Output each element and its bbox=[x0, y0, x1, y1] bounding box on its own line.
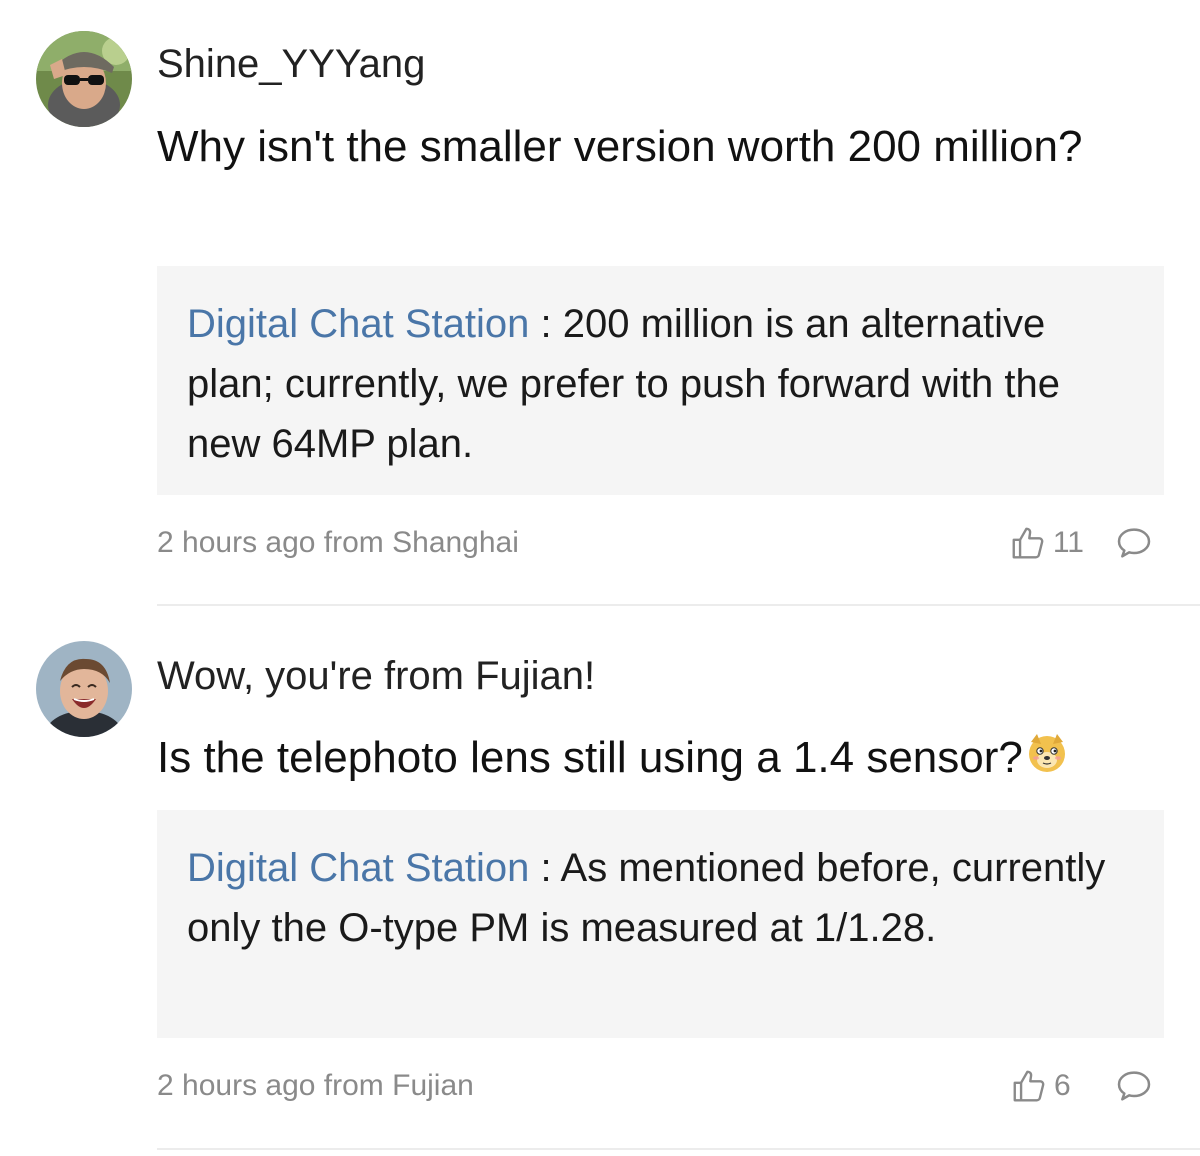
username[interactable]: Wow, you're from Fujian! bbox=[157, 652, 595, 700]
user-avatar[interactable] bbox=[36, 641, 132, 737]
comment-text-content: Is the telephoto lens still using a 1.4 … bbox=[157, 733, 1023, 782]
reply-bubble-icon[interactable] bbox=[1114, 1066, 1154, 1106]
like-count: 6 bbox=[1054, 1069, 1071, 1102]
like-button[interactable]: 6 bbox=[1010, 1067, 1084, 1105]
user-avatar-laughing-child-icon bbox=[36, 641, 132, 737]
reply-box[interactable]: Digital Chat Station : As mentioned befo… bbox=[157, 810, 1164, 1038]
comment-divider bbox=[157, 1148, 1200, 1150]
reply-separator: : bbox=[529, 846, 561, 890]
doge-emoji-icon bbox=[1025, 730, 1069, 774]
comment-item: Wow, you're from Fujian! Is the telephot… bbox=[0, 0, 1200, 1156]
comment-actions: 6 bbox=[1010, 1064, 1154, 1108]
comment-text: Is the telephoto lens still using a 1.4 … bbox=[157, 727, 1157, 789]
reply-author-link[interactable]: Digital Chat Station bbox=[187, 846, 529, 890]
thumbs-up-icon bbox=[1010, 1067, 1048, 1105]
comment-meta: 2 hours ago from Fujian bbox=[157, 1069, 474, 1102]
